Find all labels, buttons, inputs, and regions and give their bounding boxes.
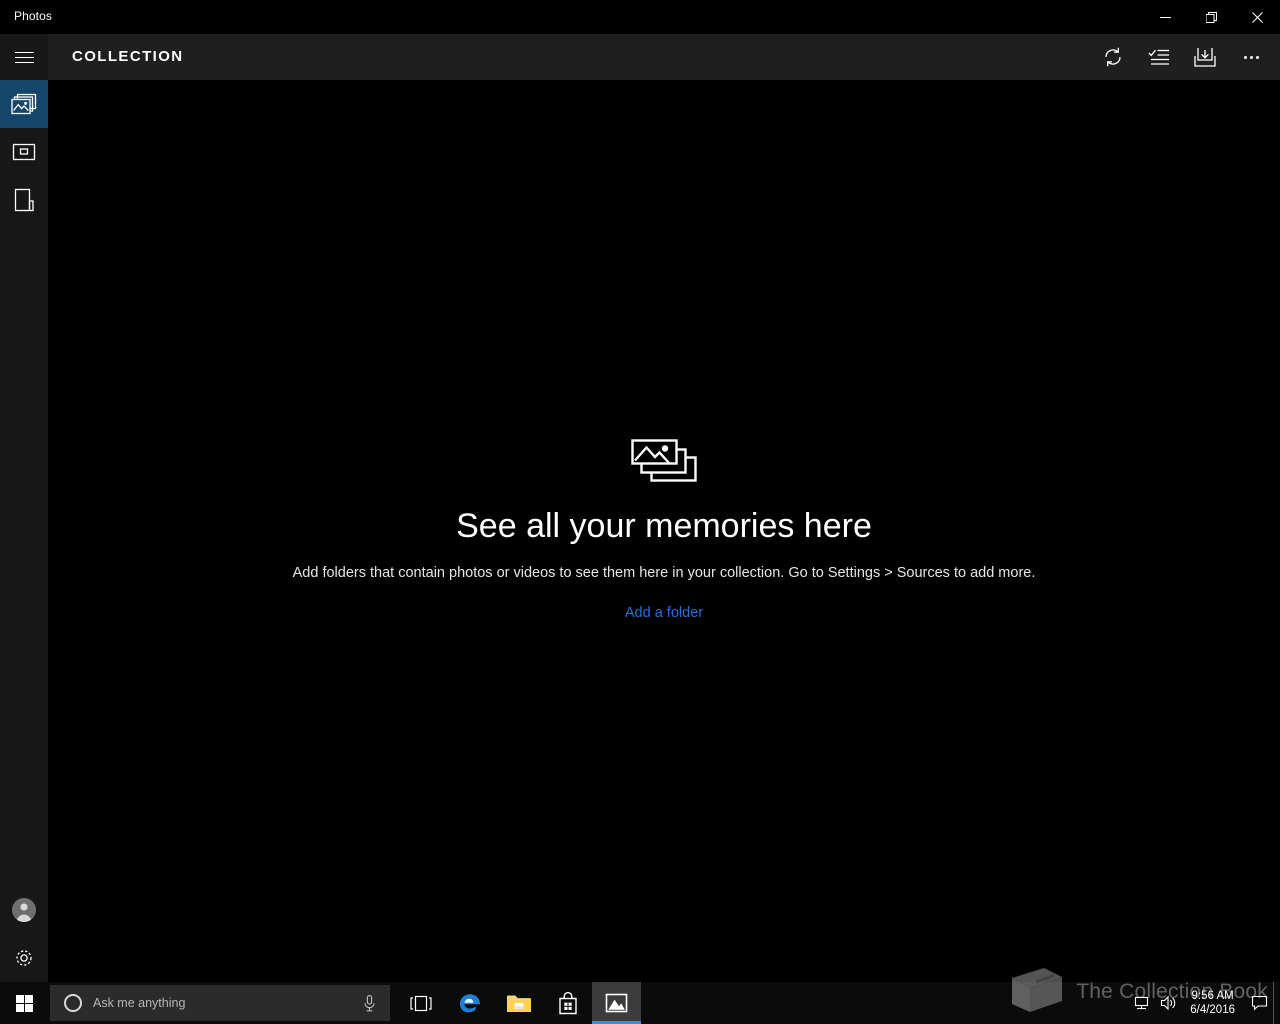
restore-icon <box>1205 11 1217 23</box>
sidebar-bottom <box>0 886 48 982</box>
taskbar-item-edge[interactable] <box>445 982 494 1024</box>
ellipsis-icon <box>1243 55 1259 59</box>
hamburger-icon <box>14 51 34 63</box>
page-title: COLLECTION <box>72 48 184 65</box>
close-button[interactable] <box>1234 0 1280 34</box>
store-bag-icon <box>558 991 577 1015</box>
folder-icon <box>506 995 531 1012</box>
action-center-button[interactable] <box>1245 982 1273 1024</box>
edge-icon <box>459 994 480 1013</box>
person-icon <box>16 903 32 922</box>
window-title: Photos <box>14 9 52 23</box>
action-center-icon <box>1251 995 1267 1011</box>
sidebar-item-folders[interactable] <box>0 176 48 224</box>
taskbar-item-file-explorer[interactable] <box>494 982 543 1024</box>
volume-icon <box>1161 995 1176 1011</box>
photos-stack-icon <box>631 439 697 482</box>
taskbar-item-task-view[interactable] <box>396 982 445 1024</box>
photos-app-window: Photos COLLECTION See all your memories … <box>0 0 1280 982</box>
empty-state: See all your memories here Add folders t… <box>48 428 1280 622</box>
avatar <box>12 898 36 922</box>
taskbar: Ask me anything 9:56 AM 6/4/2016 <box>0 982 1280 1024</box>
empty-state-title: See all your memories here <box>456 507 872 545</box>
close-icon <box>1251 11 1263 23</box>
empty-state-icon-wrap <box>48 428 1280 484</box>
minimize-button[interactable] <box>1142 0 1188 34</box>
microphone-icon <box>364 994 375 1011</box>
taskbar-item-store[interactable] <box>543 982 592 1024</box>
network-icon <box>1135 996 1149 1010</box>
settings-button[interactable] <box>0 934 48 982</box>
cortana-icon <box>64 994 82 1012</box>
titlebar: Photos <box>0 0 1280 34</box>
volume-icon-button[interactable] <box>1156 982 1182 1024</box>
add-folder-link[interactable]: Add a folder <box>625 605 703 621</box>
window-controls <box>1142 0 1280 34</box>
import-button[interactable] <box>1182 37 1228 77</box>
app-header: COLLECTION <box>0 34 1280 80</box>
show-desktop-button[interactable] <box>1273 982 1280 1024</box>
maximize-button[interactable] <box>1188 0 1234 34</box>
search-box[interactable]: Ask me anything <box>50 985 390 1021</box>
main-content: See all your memories here Add folders t… <box>48 80 1280 982</box>
empty-state-description: Add folders that contain photos or video… <box>292 565 1036 581</box>
sidebar <box>0 80 48 982</box>
clock-time: 9:56 AM <box>1191 990 1234 1002</box>
collection-icon <box>11 93 37 115</box>
microphone-button[interactable] <box>363 994 376 1012</box>
photos-icon <box>605 993 628 1013</box>
import-icon <box>1194 47 1216 67</box>
more-options-button[interactable] <box>1228 37 1274 77</box>
menu-button[interactable] <box>0 34 48 80</box>
system-tray: 9:56 AM 6/4/2016 <box>1130 982 1280 1024</box>
taskbar-item-photos[interactable] <box>592 982 641 1024</box>
refresh-icon <box>1105 47 1121 67</box>
sidebar-item-collection[interactable] <box>0 80 48 128</box>
network-icon-button[interactable] <box>1130 982 1156 1024</box>
taskbar-apps <box>396 982 641 1024</box>
windows-logo-icon <box>15 994 33 1012</box>
start-button[interactable] <box>0 982 48 1024</box>
task-view-icon <box>409 995 432 1011</box>
albums-icon <box>12 143 36 161</box>
header-actions <box>1090 34 1274 80</box>
minimize-icon <box>1159 16 1171 18</box>
refresh-button[interactable] <box>1090 37 1136 77</box>
select-button[interactable] <box>1136 37 1182 77</box>
gear-icon <box>16 950 32 966</box>
sidebar-item-albums[interactable] <box>0 128 48 176</box>
search-input[interactable]: Ask me anything <box>93 996 363 1010</box>
checklist-icon <box>1148 49 1169 65</box>
account-button[interactable] <box>0 886 48 934</box>
clock[interactable]: 9:56 AM 6/4/2016 <box>1182 982 1245 1024</box>
clock-date: 6/4/2016 <box>1190 1004 1235 1016</box>
folders-icon <box>14 188 34 212</box>
